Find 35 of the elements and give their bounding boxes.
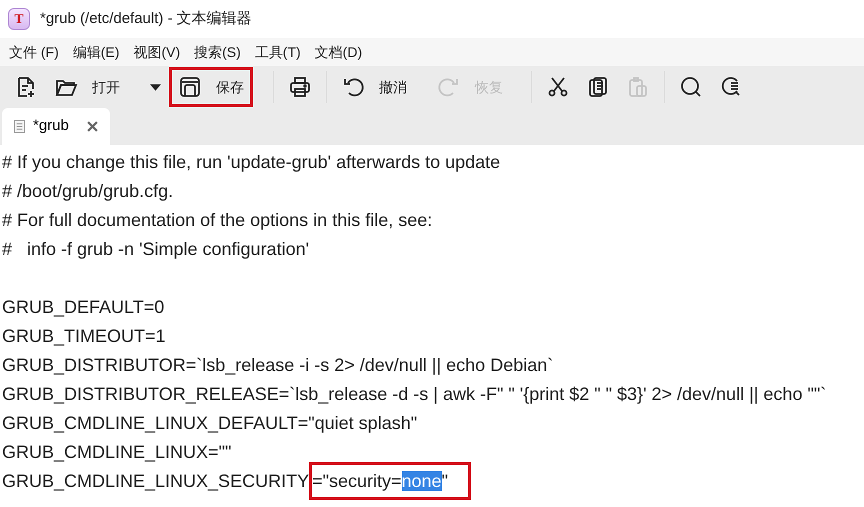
caret-icon	[150, 84, 161, 90]
code-line: GRUB_CMDLINE_LINUX=""	[1, 441, 232, 464]
clipboard-icon	[626, 75, 650, 99]
copy-icon	[586, 75, 610, 99]
selected-text: none	[402, 471, 442, 491]
code-line: # For full documentation of the options in this file, see:	[1, 209, 434, 232]
file-tab[interactable]: *grub	[2, 108, 110, 145]
search-icon	[679, 75, 703, 99]
code-text: "	[442, 471, 448, 491]
scissors-icon	[546, 75, 570, 99]
code-text: GRUB_CMDLINE_LINUX_SECURITY	[2, 471, 310, 491]
document-icon	[14, 120, 25, 133]
code-line: GRUB_DEFAULT=0	[1, 296, 166, 319]
toolbar-button[interactable]: 打开	[46, 67, 128, 107]
code-line: # /boot/grub/grub.cfg.	[1, 180, 174, 203]
window-title: *grub (/etc/default) - 文本编辑器	[40, 8, 252, 29]
menu-item[interactable]: 视图(V)	[128, 40, 186, 64]
code-line: # If you change this file, run 'update-grub' afterwards to update	[1, 151, 502, 174]
code-line: GRUB_DISTRIBUTOR=`lsb_release -i -s 2> /dev/null || echo Debian`	[1, 354, 554, 377]
menu-item[interactable]: 工具(T)	[250, 40, 306, 64]
menu-item[interactable]: 文档(D)	[310, 40, 368, 64]
save-icon	[178, 75, 202, 99]
code-line: GRUB_CMDLINE_LINUX_DEFAULT="quiet splash"	[1, 412, 418, 435]
menu-item[interactable]: 搜索(S)	[189, 40, 246, 64]
code-line: # info -f grub -n 'Simple configuration'	[1, 238, 310, 261]
toolbar-button[interactable]: 保存	[169, 67, 253, 107]
menu-item[interactable]: 文件 (F)	[4, 40, 64, 64]
code-line: GRUB_DISTRIBUTOR_RELEASE=`lsb_release -d -s | awk -F" " '{print $2 " " $3}' 2> /dev/null || echo ""`	[1, 383, 828, 406]
toolbar-button[interactable]: 撤消	[333, 67, 415, 107]
close-icon[interactable]	[86, 121, 98, 132]
app-logo: T	[8, 8, 30, 30]
code-line: GRUB_TIMEOUT=1	[1, 325, 167, 348]
printer-icon	[288, 75, 312, 99]
menu-item[interactable]: 编辑(E)	[68, 40, 124, 64]
code-text: ="security=	[312, 471, 402, 491]
